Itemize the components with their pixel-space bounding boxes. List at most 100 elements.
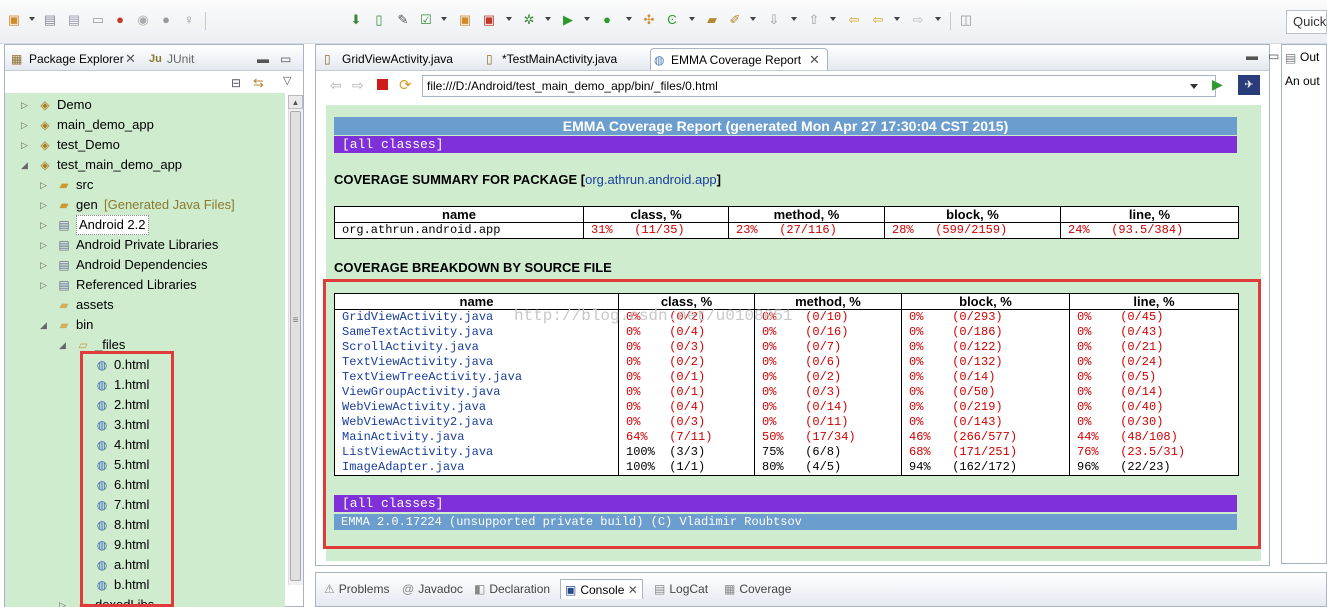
- android-sdk-icon[interactable]: ⬇: [348, 12, 364, 28]
- next-annotation-dropdown-icon[interactable]: [791, 17, 797, 21]
- tree-item[interactable]: ◢ ▱ _files: [5, 335, 285, 355]
- lint-icon[interactable]: ✎: [395, 12, 411, 28]
- print-icon[interactable]: ▭: [90, 12, 106, 28]
- tree-item[interactable]: ◍ a.html: [5, 555, 285, 575]
- collapse-all-icon[interactable]: ⊟: [231, 76, 241, 90]
- back-dropdown-icon[interactable]: [894, 17, 900, 21]
- android-avd-icon[interactable]: ▯: [371, 12, 387, 28]
- maximize-icon[interactable]: ▭: [1268, 49, 1279, 63]
- tree-item[interactable]: ◢ ▰ bin: [5, 315, 285, 335]
- prev-annotation-icon[interactable]: ⇧: [806, 12, 822, 28]
- tree-item[interactable]: ◍ 3.html: [5, 415, 285, 435]
- run-last-tool-icon[interactable]: ●: [599, 12, 615, 28]
- source-file-link[interactable]: ViewGroupActivity.java: [334, 385, 619, 400]
- tree-item[interactable]: ◍ 8.html: [5, 515, 285, 535]
- package-link[interactable]: org.athrun.android.app: [585, 172, 717, 187]
- all-classes-link[interactable]: [all classes]: [334, 136, 1237, 153]
- all-classes-link-bottom[interactable]: [all classes]: [334, 495, 1237, 512]
- view-menu-icon[interactable]: ▽: [283, 74, 291, 87]
- go-icon[interactable]: ▶: [1212, 76, 1223, 93]
- prev-annotation-dropdown-icon[interactable]: [830, 17, 836, 21]
- collapse-arrow-icon[interactable]: ▷: [21, 95, 31, 115]
- tab-coverage[interactable]: ▦ Coverage: [724, 579, 791, 599]
- tab-outline[interactable]: Out: [1300, 50, 1319, 64]
- tree-item[interactable]: ◍ 6.html: [5, 475, 285, 495]
- tab-console[interactable]: ▣ Console ✕: [560, 579, 643, 599]
- back-icon[interactable]: ⇦: [330, 77, 342, 94]
- search-dropdown-icon[interactable]: [750, 17, 756, 21]
- browser-menu-icon[interactable]: ✈: [1238, 75, 1260, 95]
- new-class-icon[interactable]: Ͼ: [664, 12, 680, 28]
- link-with-editor-icon[interactable]: ⇆: [253, 75, 264, 91]
- tree-item[interactable]: ▷ ▰ gen [Generated Java Files]: [5, 195, 285, 215]
- package-tree-scroll-thumb[interactable]: [290, 111, 301, 581]
- expand-arrow-icon[interactable]: ◢: [40, 315, 50, 335]
- pin-editor-icon[interactable]: ◫: [958, 12, 974, 28]
- collapse-arrow-icon[interactable]: ▷: [21, 115, 31, 135]
- source-file-link[interactable]: TextViewTreeActivity.java: [334, 370, 619, 385]
- source-file-link[interactable]: WebViewActivity2.java: [334, 415, 619, 430]
- tree-item[interactable]: ◍ 1.html: [5, 375, 285, 395]
- close-icon[interactable]: ✕: [125, 49, 136, 69]
- tree-item[interactable]: ▷ ▰ dexedLibs: [5, 595, 285, 607]
- tree-item[interactable]: ▷ ▰ src: [5, 175, 285, 195]
- new-test-project-icon[interactable]: ▣: [481, 12, 497, 28]
- forward-icon[interactable]: ⇨: [352, 77, 364, 94]
- source-file-link[interactable]: ScrollActivity.java: [334, 340, 619, 355]
- url-input[interactable]: file:///D:/Android/test_main_demo_app/bi…: [422, 75, 1216, 97]
- debug-dropdown-icon[interactable]: [545, 17, 551, 21]
- source-file-link[interactable]: SameTextActivity.java: [334, 325, 619, 340]
- tree-item[interactable]: ▷ ◈ main_demo_app: [5, 115, 285, 135]
- run-dropdown-icon[interactable]: [584, 17, 590, 21]
- run-icon[interactable]: ▶: [560, 12, 576, 28]
- tab-logcat[interactable]: ▤ LogCat: [654, 579, 708, 599]
- tab-package-explorer[interactable]: Package Explorer: [29, 49, 124, 69]
- source-file-link[interactable]: WebViewActivity.java: [334, 400, 619, 415]
- collapse-arrow-icon[interactable]: ▷: [40, 215, 50, 235]
- search-icon[interactable]: ✐: [727, 12, 743, 28]
- tree-item[interactable]: ▷ ▤ Android Private Libraries: [5, 235, 285, 255]
- collapse-arrow-icon[interactable]: ▷: [40, 235, 50, 255]
- tab-grid-view-activity[interactable]: ▯ GridViewActivity.java: [320, 48, 480, 70]
- collapse-arrow-icon[interactable]: ▷: [40, 255, 50, 275]
- tree-item[interactable]: ▷ ▤ Android Dependencies: [5, 255, 285, 275]
- tree-item[interactable]: ◍ 2.html: [5, 395, 285, 415]
- test-dropdown-icon[interactable]: [506, 17, 512, 21]
- collapse-arrow-icon[interactable]: ▷: [40, 195, 50, 215]
- stop-build-icon[interactable]: ●: [158, 12, 174, 28]
- source-file-link[interactable]: ImageAdapter.java: [334, 460, 619, 476]
- checkbox-dropdown-icon[interactable]: [441, 17, 447, 21]
- new-android-project-icon[interactable]: ▣: [457, 12, 473, 28]
- build-icon[interactable]: ◉: [135, 12, 151, 28]
- tree-item[interactable]: ▷ ◈ Demo: [5, 95, 285, 115]
- emma-icon[interactable]: ●: [112, 12, 128, 28]
- quick-access-input[interactable]: Quick: [1286, 10, 1327, 34]
- new-class-dropdown-icon[interactable]: [689, 17, 695, 21]
- tree-item[interactable]: ▷ ▤ Android 2.2: [5, 215, 285, 235]
- tree-item[interactable]: ▷ ▤ Referenced Libraries: [5, 275, 285, 295]
- maximize-icon[interactable]: ▭: [280, 49, 291, 69]
- next-annotation-icon[interactable]: ⇩: [766, 12, 782, 28]
- tree-item[interactable]: ◍ 7.html: [5, 495, 285, 515]
- tab-junit[interactable]: JUnit: [167, 49, 194, 69]
- tree-item[interactable]: ◍ b.html: [5, 575, 285, 595]
- refresh-icon[interactable]: ⟳: [399, 76, 412, 94]
- back-icon[interactable]: ⇦: [870, 12, 886, 28]
- run-last-dropdown-icon[interactable]: [626, 17, 632, 21]
- stop-icon[interactable]: [377, 79, 388, 90]
- debug-icon[interactable]: ✲: [521, 12, 537, 28]
- new-dropdown-icon[interactable]: [29, 17, 35, 21]
- tree-item[interactable]: ◢ ◈ test_main_demo_app: [5, 155, 285, 175]
- minimize-icon[interactable]: ▬: [257, 49, 269, 69]
- collapse-arrow-icon[interactable]: ▷: [59, 595, 69, 607]
- scroll-up-icon[interactable]: ▲: [288, 95, 303, 109]
- source-file-link[interactable]: ListViewActivity.java: [334, 445, 619, 460]
- expand-arrow-icon[interactable]: ◢: [59, 335, 69, 355]
- save-icon[interactable]: ▤: [42, 12, 58, 28]
- minimize-icon[interactable]: ▬: [1246, 49, 1258, 63]
- tree-item[interactable]: ◍ 0.html: [5, 355, 285, 375]
- tree-item[interactable]: ◍ 9.html: [5, 535, 285, 555]
- save-all-icon[interactable]: ▤: [66, 12, 82, 28]
- collapse-arrow-icon[interactable]: ▷: [40, 275, 50, 295]
- tab-javadoc[interactable]: @ Javadoc: [402, 579, 463, 599]
